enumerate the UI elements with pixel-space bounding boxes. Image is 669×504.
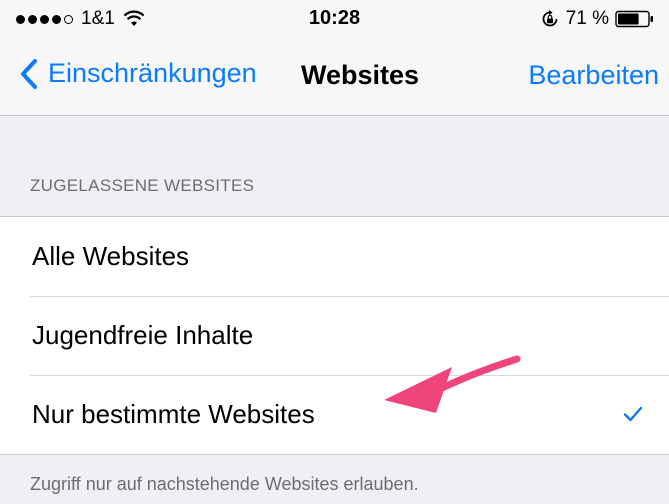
battery-icon xyxy=(615,10,653,28)
chevron-left-icon xyxy=(21,58,37,89)
options-list: Alle Websites Jugendfreie Inhalte Nur be… xyxy=(0,216,669,455)
section-footer: Zugriff nur auf nachstehende Websites er… xyxy=(30,474,419,494)
option-label: Alle Websites xyxy=(32,241,190,271)
option-row-specific-websites[interactable]: Nur bestimmte Websites xyxy=(0,375,669,454)
option-row-adult-content-limited[interactable]: Jugendfreie Inhalte xyxy=(0,296,669,375)
status-right: 71 % xyxy=(540,8,655,30)
back-button[interactable]: Einschränkungen xyxy=(20,58,257,89)
navigation-bar: Einschränkungen Websites Bearbeiten xyxy=(0,40,669,116)
status-bar: 1&1 10:28 71 % xyxy=(0,0,669,40)
edit-button[interactable]: Bearbeiten xyxy=(528,60,659,91)
rotation-lock-icon xyxy=(542,10,558,27)
option-row-all-websites[interactable]: Alle Websites xyxy=(0,217,669,296)
option-label: Jugendfreie Inhalte xyxy=(32,320,254,350)
page-title: Websites xyxy=(301,60,420,90)
checkmark-icon xyxy=(623,406,643,422)
section-header: ZUGELASSENE WEBSITES xyxy=(30,176,255,195)
back-button-label: Einschränkungen xyxy=(48,58,257,88)
option-label: Nur bestimmte Websites xyxy=(32,399,315,429)
screen: 1&1 10:28 71 % Einschränkungen Websites … xyxy=(0,0,669,504)
battery-percent: 71 % xyxy=(565,8,609,29)
